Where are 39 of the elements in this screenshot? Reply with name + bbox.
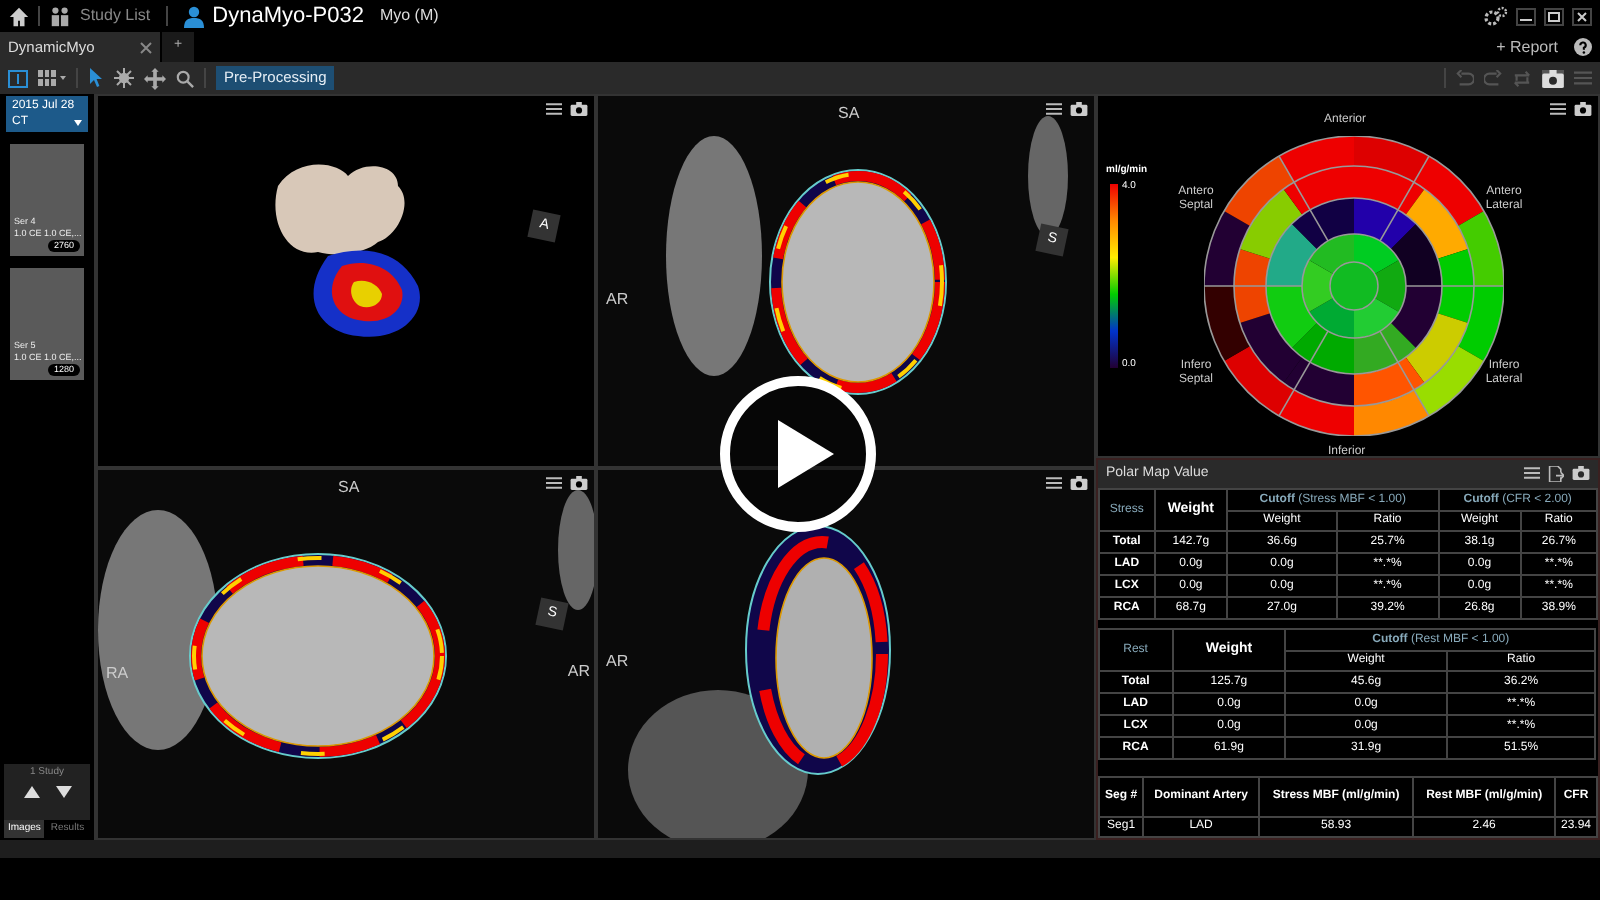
pointer-icon[interactable] [88,68,104,88]
up-arrow-icon[interactable] [23,786,39,798]
camera-icon[interactable] [1070,102,1088,116]
grid-icon[interactable] [38,70,66,86]
play-icon [774,420,834,488]
camera-icon[interactable] [570,102,588,116]
orientation-label: SA [338,475,360,499]
orientation-label: RA [106,661,129,685]
export-icon[interactable] [1548,466,1564,482]
menu-icon[interactable] [1524,466,1540,480]
camera-icon[interactable] [1574,102,1592,116]
down-arrow-icon[interactable] [55,786,71,798]
study-list-link[interactable]: Study List [80,4,151,28]
camera-icon[interactable] [1542,69,1564,87]
orientation-label: SA [838,102,860,126]
caret-icon [74,120,82,126]
move-icon[interactable] [144,67,166,89]
report-button[interactable]: + Report [1496,35,1558,59]
orientation-label: AR [567,659,590,683]
patient-info: Myo (M) [379,4,439,28]
people-icon[interactable] [48,5,72,27]
close-icon[interactable] [1572,7,1592,25]
brightness-icon[interactable] [114,68,134,88]
layout-icon[interactable] [8,69,28,87]
patient-name: DynaMyo-P032 [212,1,364,32]
orientation-label: AR [606,649,629,673]
menu-icon[interactable] [546,102,562,116]
menu-icon[interactable] [546,475,562,489]
home-icon[interactable] [8,5,30,27]
menu-icon[interactable] [1046,475,1062,489]
orientation-label: AR [606,288,629,312]
search-icon[interactable] [176,69,194,87]
minimize-icon[interactable] [1516,7,1536,25]
help-icon[interactable] [1574,38,1592,56]
camera-icon[interactable] [1572,466,1590,480]
menu-icon[interactable] [1550,102,1566,116]
menu-icon[interactable] [1046,102,1062,116]
maximize-icon[interactable] [1544,7,1564,25]
person-icon [184,5,205,27]
